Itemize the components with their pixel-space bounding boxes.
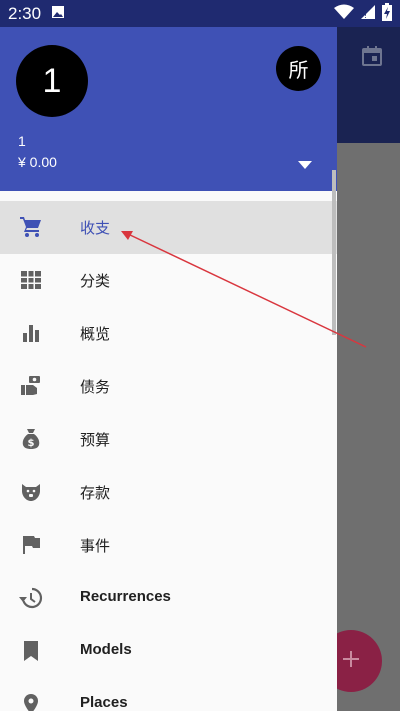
menu-item-overview[interactable]: 概览	[0, 307, 337, 360]
menu-item-label: 存款	[80, 484, 111, 502]
signal-icon: !	[360, 4, 376, 24]
account-balance: ¥ 0.00	[18, 154, 57, 170]
menu-item-budget[interactable]: $ 预算	[0, 413, 337, 466]
menu-item-debts[interactable]: 债务	[0, 360, 337, 413]
bookmark-icon	[19, 639, 43, 663]
menu-item-income-expense[interactable]: 收支	[0, 201, 337, 254]
drawer-scrollbar[interactable]	[332, 170, 336, 335]
place-icon	[19, 692, 43, 711]
drawer-menu: 收支 分类 概览 债务 $ 预算 存款 事件 Recurrences Model…	[0, 201, 337, 711]
money-bag-icon: $	[19, 427, 43, 451]
account-avatar[interactable]: 1	[16, 45, 88, 117]
money-hand-icon	[19, 374, 43, 398]
flag-icon	[19, 533, 43, 557]
menu-item-models[interactable]: Models	[0, 625, 337, 678]
menu-item-label: 分类	[80, 272, 111, 290]
image-notification-icon	[51, 4, 65, 23]
menu-item-label: 概览	[80, 325, 111, 343]
menu-item-recurrences[interactable]: Recurrences	[0, 572, 337, 625]
bar-chart-icon	[19, 321, 43, 345]
secondary-account-avatar[interactable]: 所	[276, 46, 321, 91]
shopping-cart-icon	[19, 215, 43, 239]
battery-charging-icon	[382, 2, 392, 25]
piggy-bank-icon	[19, 480, 43, 504]
menu-item-label: 债务	[80, 378, 111, 396]
history-icon	[19, 586, 43, 610]
secondary-avatar-initial: 所	[288, 58, 309, 82]
menu-item-label: Recurrences	[80, 588, 171, 605]
account-dropdown-icon[interactable]	[298, 155, 312, 174]
navigation-drawer: 1 所 1 ¥ 0.00 收支 分类 概览 债务 $ 预算 存款 事件 Recu…	[0, 27, 337, 711]
grid-table-icon	[19, 268, 43, 292]
menu-item-label: 事件	[80, 537, 111, 555]
menu-item-places[interactable]: Places	[0, 678, 337, 711]
menu-item-label: 预算	[80, 431, 111, 449]
svg-text:$: $	[28, 438, 35, 449]
account-name: 1	[18, 133, 26, 149]
menu-item-events[interactable]: 事件	[0, 519, 337, 572]
avatar-initial: 1	[42, 61, 62, 100]
menu-item-label: Models	[80, 641, 132, 658]
plus-icon	[340, 648, 362, 674]
menu-item-label: Places	[80, 694, 128, 711]
calendar-icon[interactable]	[360, 44, 384, 72]
wifi-icon	[334, 4, 354, 24]
menu-item-categories[interactable]: 分类	[0, 254, 337, 307]
menu-item-savings[interactable]: 存款	[0, 466, 337, 519]
menu-item-label: 收支	[80, 219, 111, 237]
status-bar: 2:30 !	[0, 0, 400, 27]
drawer-header: 1 所 1 ¥ 0.00	[0, 27, 337, 191]
status-time: 2:30	[8, 3, 42, 23]
svg-text:!: !	[364, 11, 367, 20]
